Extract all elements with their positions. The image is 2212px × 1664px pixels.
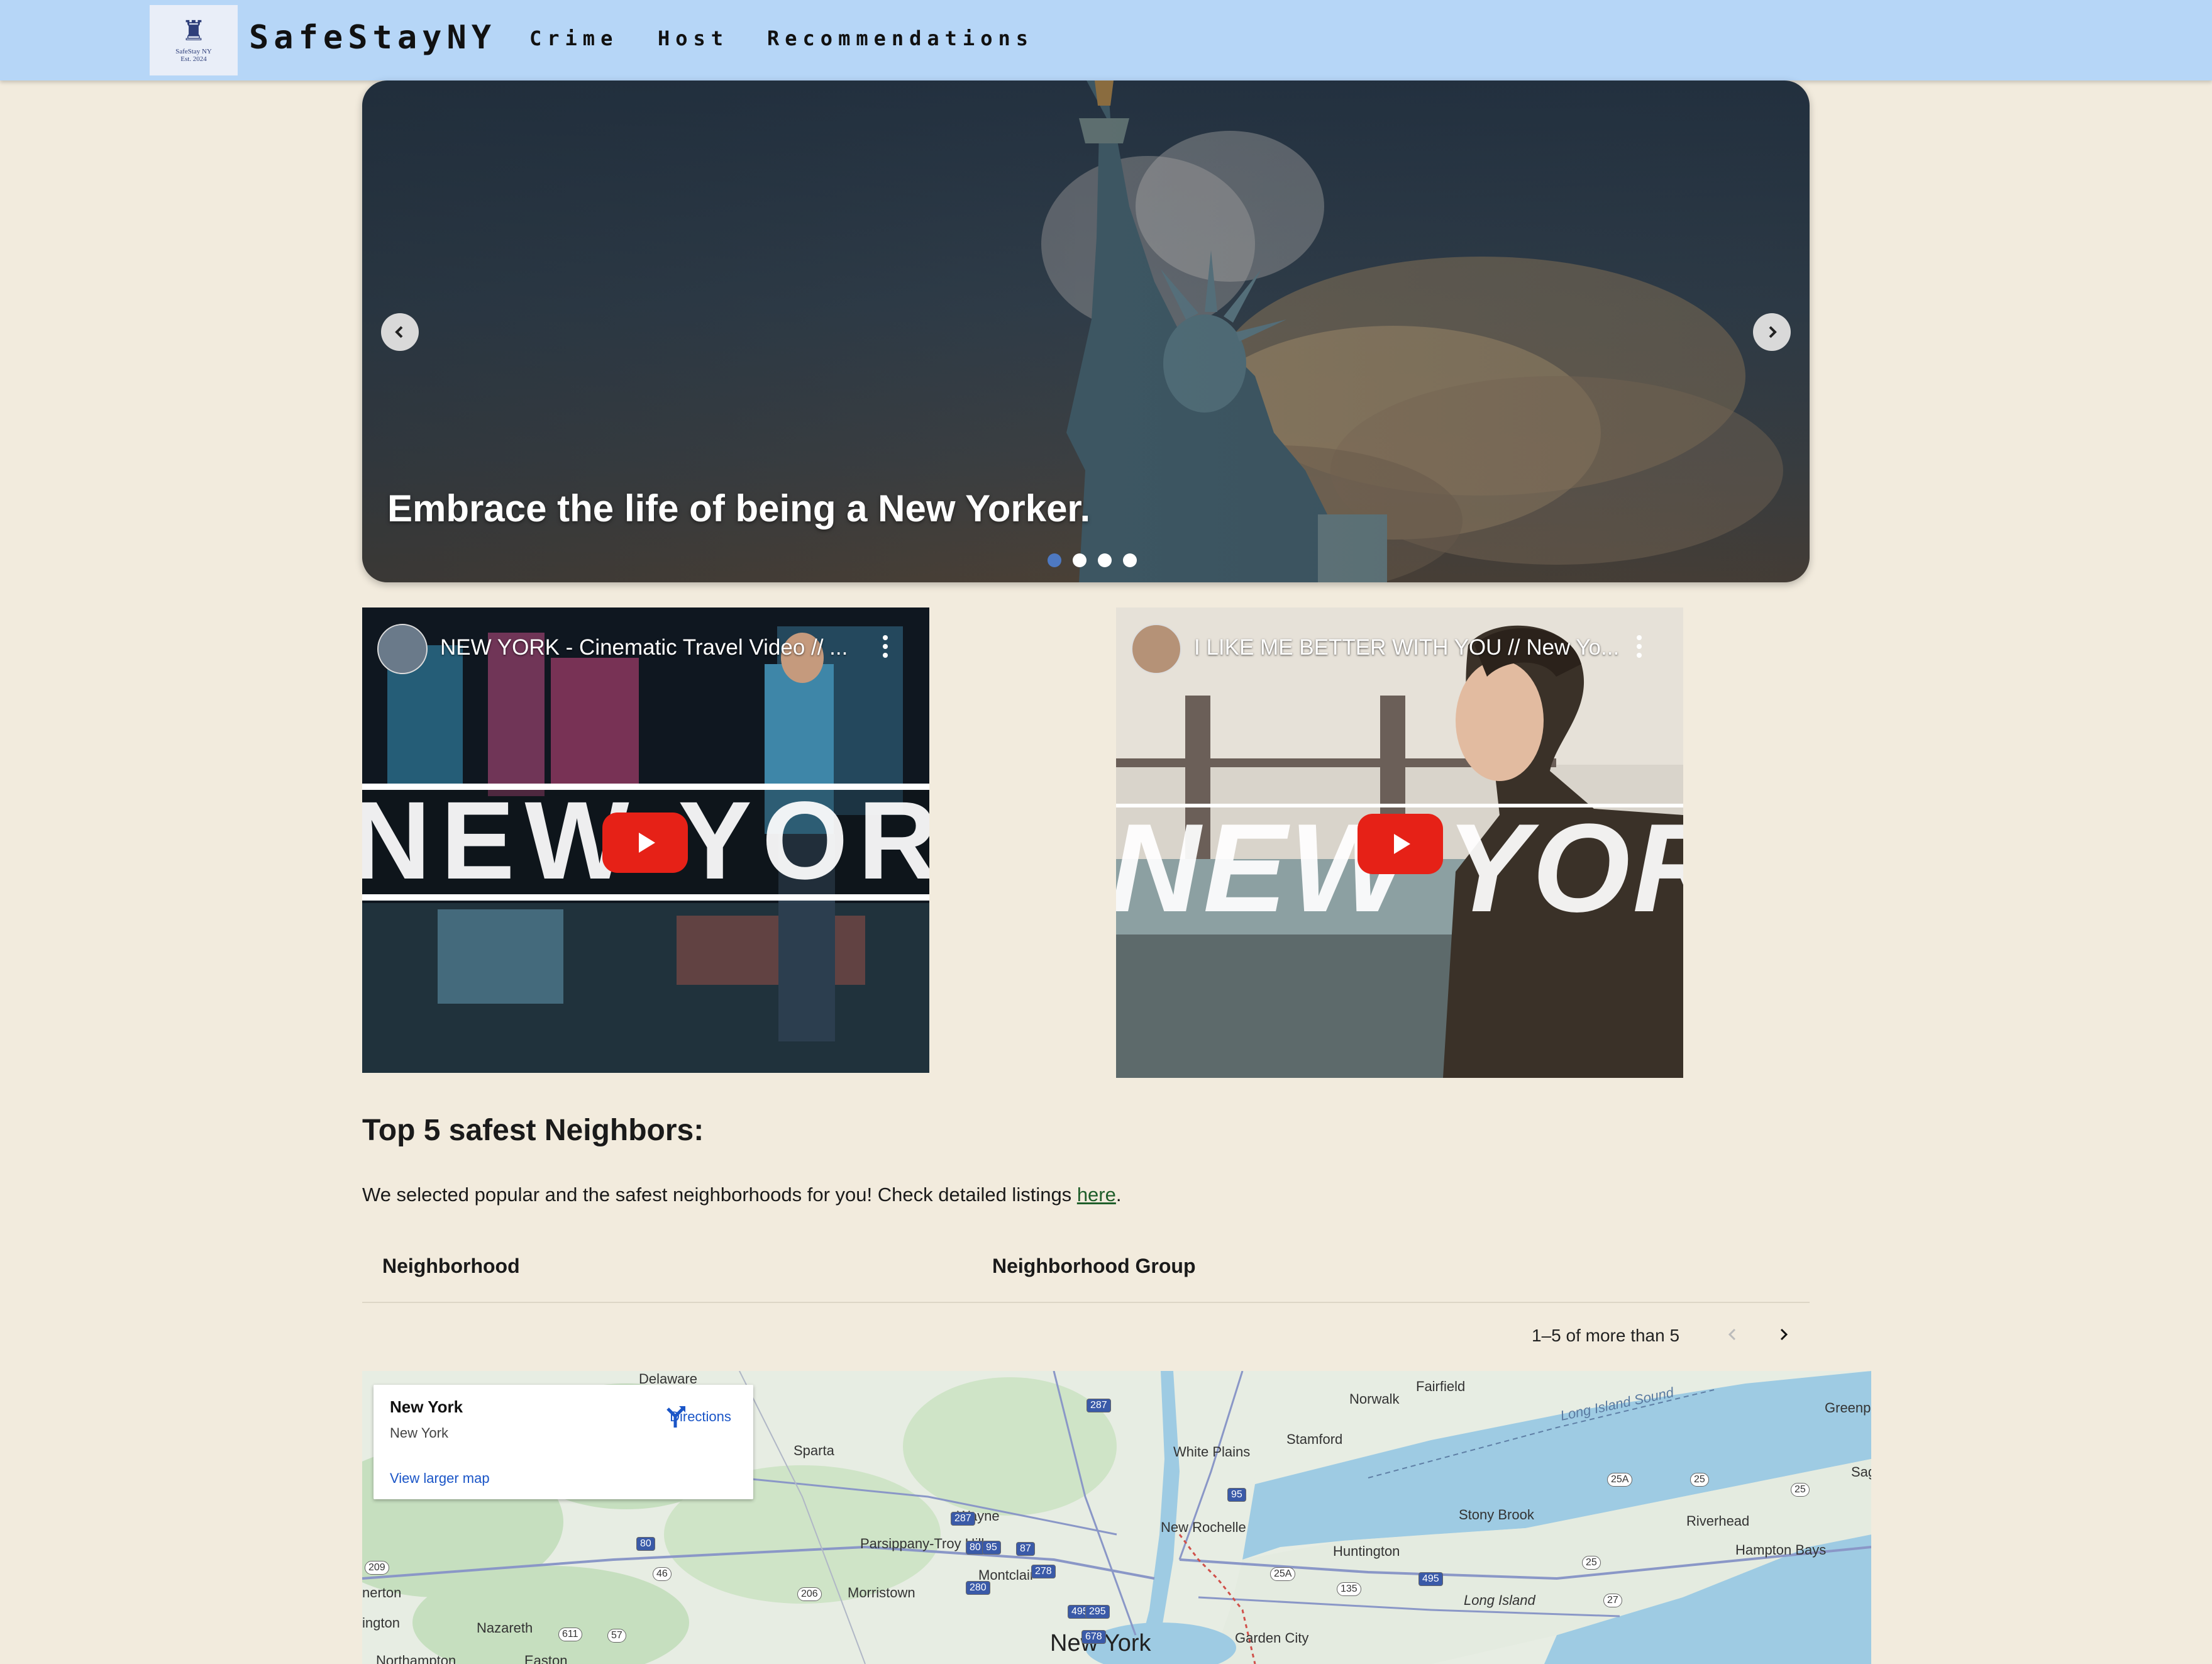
map-label-morristown: Morristown [848, 1585, 915, 1600]
map-card-title: New York [390, 1397, 463, 1416]
map-label-new-rochelle: New Rochelle [1161, 1519, 1246, 1535]
map-label-parsippany: Parsippany-Troy Hills [860, 1536, 992, 1551]
video-2-title: I LIKE ME BETTER WITH YOU // New Yo... [1194, 635, 1620, 660]
route-shield: 80 [636, 1537, 655, 1551]
map-label-nazareth: Nazareth [477, 1620, 533, 1636]
video-1-more-icon[interactable] [883, 635, 889, 662]
route-shield: 495 [1418, 1572, 1443, 1586]
section-description: We selected popular and the safest neigh… [362, 1184, 1121, 1206]
route-shield: 611 [558, 1628, 582, 1641]
carousel-next-button[interactable] [1753, 313, 1791, 351]
video-2-play-button[interactable] [1358, 814, 1443, 874]
map-label-long-island: Long Island [1464, 1592, 1535, 1608]
section-title: Top 5 safest Neighbors: [362, 1114, 704, 1147]
route-shield: 287 [1087, 1399, 1111, 1412]
column-header-neighborhood[interactable]: Neighborhood [382, 1255, 520, 1278]
route-shield: 280 [966, 1581, 990, 1595]
route-shield: 95 [1227, 1488, 1246, 1502]
hero-caption: Embrace the life of being a New Yorker. [387, 487, 1091, 530]
map-label-stamford: Stamford [1286, 1431, 1343, 1447]
carousel-dot-3[interactable] [1098, 553, 1112, 567]
pagination-next-button[interactable] [1769, 1321, 1797, 1348]
map-label-easton: Easton [524, 1653, 568, 1664]
map-label-hampton-bays: Hampton Bays [1735, 1542, 1827, 1558]
pagination-status: 1–5 of more than 5 [1532, 1326, 1680, 1345]
directions-icon [666, 1406, 685, 1428]
route-shield: 25 [1690, 1473, 1709, 1487]
description-end: . [1115, 1184, 1122, 1206]
chevron-right-icon [1769, 326, 1777, 338]
view-larger-map-link[interactable]: View larger map [390, 1470, 490, 1487]
logo-text: SafeStay NY Est. 2024 [175, 48, 212, 63]
map-label-fairfield: Fairfield [1416, 1378, 1466, 1394]
route-shield: 25 [1791, 1483, 1810, 1497]
play-icon [1394, 834, 1410, 854]
route-shield: 87 [1016, 1542, 1035, 1556]
map-label-norwalk: Norwalk [1349, 1391, 1400, 1407]
route-shield: 46 [653, 1567, 672, 1581]
carousel-indicators [1048, 553, 1137, 567]
route-shield: 95 [982, 1541, 1001, 1555]
nav-link-host[interactable]: Host [658, 26, 729, 50]
chevron-left-icon [395, 326, 403, 338]
top-navbar: ♜ SafeStay NY Est. 2024 SafeStayNY Crime… [0, 0, 2212, 80]
video-2-more-icon[interactable] [1637, 635, 1643, 662]
route-shield: 287 [951, 1512, 975, 1526]
route-shield: 278 [1031, 1565, 1056, 1578]
hero-carousel: Embrace the life of being a New Yorker. [362, 80, 1810, 582]
map-label-greenport: Greenp [1825, 1400, 1871, 1416]
carousel-prev-button[interactable] [381, 313, 419, 351]
chevron-right-icon [1780, 1328, 1788, 1341]
channel-avatar-2 [1131, 624, 1181, 674]
route-shield: 25A [1270, 1567, 1296, 1581]
statue-logo-icon: ♜ [181, 16, 206, 47]
pagination-prev-button[interactable] [1719, 1321, 1747, 1348]
carousel-dot-1[interactable] [1048, 553, 1061, 567]
map-card-subtitle: New York [390, 1425, 448, 1441]
nav-link-recommendations[interactable]: Recommendations [767, 26, 1034, 50]
route-shield: 209 [365, 1561, 389, 1575]
route-shield: 25A [1607, 1473, 1633, 1487]
route-shield: 135 [1337, 1582, 1361, 1596]
map-label-garden-city: Garden City [1235, 1630, 1309, 1646]
table-divider [362, 1302, 1810, 1303]
google-map-embed[interactable]: Delaware Sparta White Plains Stamford No… [362, 1371, 1871, 1664]
map-label-stony-brook: Stony Brook [1459, 1507, 1534, 1523]
map-label-nerton: nerton [362, 1585, 402, 1600]
route-shield: 295 [1085, 1605, 1110, 1619]
carousel-dot-2[interactable] [1073, 553, 1087, 567]
chevron-left-icon [1728, 1328, 1736, 1341]
map-label-sparta: Sparta [794, 1443, 834, 1458]
listings-link[interactable]: here [1077, 1184, 1116, 1206]
route-shield: 25 [1582, 1556, 1601, 1570]
video-embed-2[interactable]: NEW YORK I LIKE ME BETTER WITH YOU // Ne… [1116, 607, 1683, 1078]
video-embed-1[interactable]: NEW YORK NEW YORK - Cinematic Travel Vid… [362, 607, 929, 1073]
route-shield: 27 [1603, 1594, 1622, 1607]
video-1-play-button[interactable] [602, 813, 688, 873]
route-shield: 206 [797, 1587, 822, 1601]
description-text: We selected popular and the safest neigh… [362, 1184, 1077, 1206]
map-label-huntington: Huntington [1333, 1543, 1400, 1559]
map-label-northampton: Northampton [376, 1653, 456, 1664]
directions-button[interactable]: Directions [663, 1404, 738, 1428]
map-info-card: New York New York View larger map Direct… [373, 1385, 753, 1499]
video-1-title: NEW YORK - Cinematic Travel Video // ... [440, 635, 848, 660]
map-label-white-plains: White Plains [1173, 1444, 1251, 1460]
column-header-neighborhood-group[interactable]: Neighborhood Group [992, 1255, 1196, 1278]
map-label-ington: ington [362, 1615, 400, 1631]
play-icon [639, 833, 655, 853]
site-logo[interactable]: ♜ SafeStay NY Est. 2024 [150, 5, 238, 75]
carousel-dot-4[interactable] [1123, 553, 1137, 567]
route-shield: 57 [607, 1629, 626, 1643]
nav-link-crime[interactable]: Crime [529, 26, 618, 50]
map-label-sag: Sag [1851, 1464, 1871, 1480]
channel-avatar-1 [377, 624, 428, 674]
route-shield: 678 [1081, 1630, 1106, 1644]
map-label-riverhead: Riverhead [1686, 1513, 1750, 1529]
brand-name[interactable]: SafeStayNY [249, 19, 496, 57]
